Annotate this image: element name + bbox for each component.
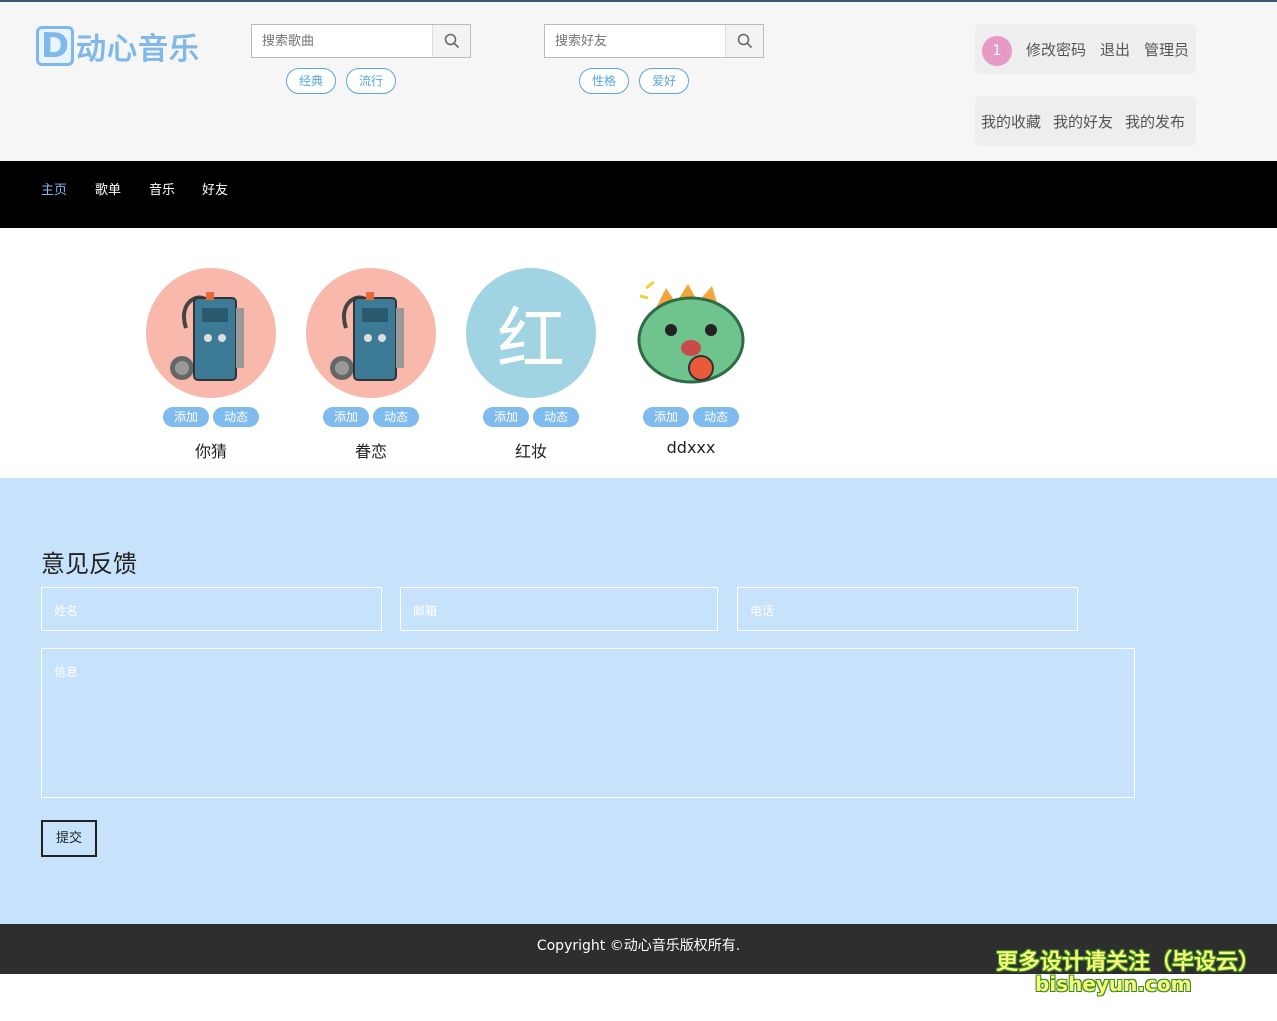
logo[interactable]: D 动心音乐 (36, 24, 200, 68)
logo-text: 动心音乐 (76, 32, 200, 67)
nav-playlists[interactable]: 歌单 (95, 179, 121, 198)
friend-name: ddxxx (666, 438, 716, 457)
copyright-text: Copyright ©动心音乐版权所有. (536, 938, 741, 954)
name-field[interactable]: 姓名 (41, 587, 382, 631)
message-placeholder: 信息 (54, 665, 79, 679)
add-friend-button[interactable]: 添加 (323, 407, 369, 427)
friend-feed-button[interactable]: 动态 (693, 407, 739, 427)
feedback-title: 意见反馈 (41, 550, 137, 578)
logout-link[interactable]: 退出 (1100, 39, 1130, 60)
change-password-link[interactable]: 修改密码 (1026, 39, 1086, 60)
feedback-section: 意见反馈 姓名 邮箱 电话 信息 提交 (0, 478, 1277, 924)
phone-field[interactable]: 电话 (737, 587, 1078, 631)
email-placeholder: 邮箱 (413, 604, 438, 618)
header: D 动心音乐 经典 流行 性格 爱好 1 修改密码 退出 管理员 我的收藏 我的… (0, 2, 1277, 161)
add-friend-button[interactable]: 添加 (643, 407, 689, 427)
tag-pop[interactable]: 流行 (346, 68, 396, 94)
friend-name: 眷恋 (354, 442, 387, 461)
watermark-line2: bisheyun.com (1035, 972, 1192, 996)
friend-card: 添加 动态 眷恋 (306, 268, 436, 468)
friend-name: 红妆 (514, 442, 547, 461)
friend-avatar[interactable] (306, 268, 436, 398)
phone-placeholder: 电话 (750, 604, 775, 618)
tag-hobby[interactable]: 爱好 (639, 68, 689, 94)
submit-button[interactable]: 提交 (41, 820, 97, 857)
avatar-char: 红 (496, 300, 565, 380)
friend-avatar[interactable] (626, 268, 756, 398)
song-search-box (251, 24, 471, 58)
friend-search-input[interactable] (545, 25, 725, 57)
friend-card: 红 添加 动态 红妆 (466, 268, 596, 468)
user-menu-secondary: 我的收藏 我的好友 我的发布 (975, 96, 1196, 146)
friend-avatar[interactable]: 红 (466, 268, 596, 398)
email-field[interactable]: 邮箱 (400, 587, 718, 631)
my-posts-link[interactable]: 我的发布 (1125, 111, 1185, 132)
friend-feed-button[interactable]: 动态 (533, 407, 579, 427)
friend-card: 添加 动态 你猜 (146, 268, 276, 468)
my-friends-link[interactable]: 我的好友 (1053, 111, 1113, 132)
nav-friends[interactable]: 好友 (202, 179, 228, 198)
nav-home[interactable]: 主页 (41, 179, 67, 198)
song-search-button[interactable] (432, 25, 470, 57)
name-placeholder: 姓名 (54, 604, 79, 618)
main-nav: 主页 歌单 音乐 好友 (0, 161, 1277, 228)
nav-music[interactable]: 音乐 (149, 179, 175, 198)
search-icon (444, 33, 459, 49)
logo-letter: D (36, 26, 74, 66)
add-friend-button[interactable]: 添加 (483, 407, 529, 427)
cassette-player-icon (330, 292, 404, 381)
search-icon (737, 33, 752, 49)
add-friend-button[interactable]: 添加 (163, 407, 209, 427)
friend-search-box (544, 24, 764, 58)
my-favorites-link[interactable]: 我的收藏 (981, 111, 1041, 132)
friend-search-button[interactable] (725, 25, 763, 57)
tag-classic[interactable]: 经典 (286, 68, 336, 94)
user-menu: 1 修改密码 退出 管理员 (975, 24, 1196, 74)
friends-section: 添加 动态 你猜 添加 动态 眷恋 红 添加 动态 红妆 添加 动态 ddxxx (0, 228, 1277, 478)
green-dragon-icon (637, 280, 745, 384)
friend-card: 添加 动态 ddxxx (626, 268, 756, 468)
notification-badge[interactable]: 1 (982, 36, 1012, 66)
cassette-player-icon (170, 292, 244, 381)
friend-feed-button[interactable]: 动态 (213, 407, 259, 427)
friend-feed-button[interactable]: 动态 (373, 407, 419, 427)
friend-name: 你猜 (194, 442, 227, 461)
friend-avatar[interactable] (146, 268, 276, 398)
message-field[interactable]: 信息 (41, 648, 1135, 798)
admin-link[interactable]: 管理员 (1144, 39, 1189, 60)
song-search-input[interactable] (252, 25, 432, 57)
tag-personality[interactable]: 性格 (579, 68, 629, 94)
